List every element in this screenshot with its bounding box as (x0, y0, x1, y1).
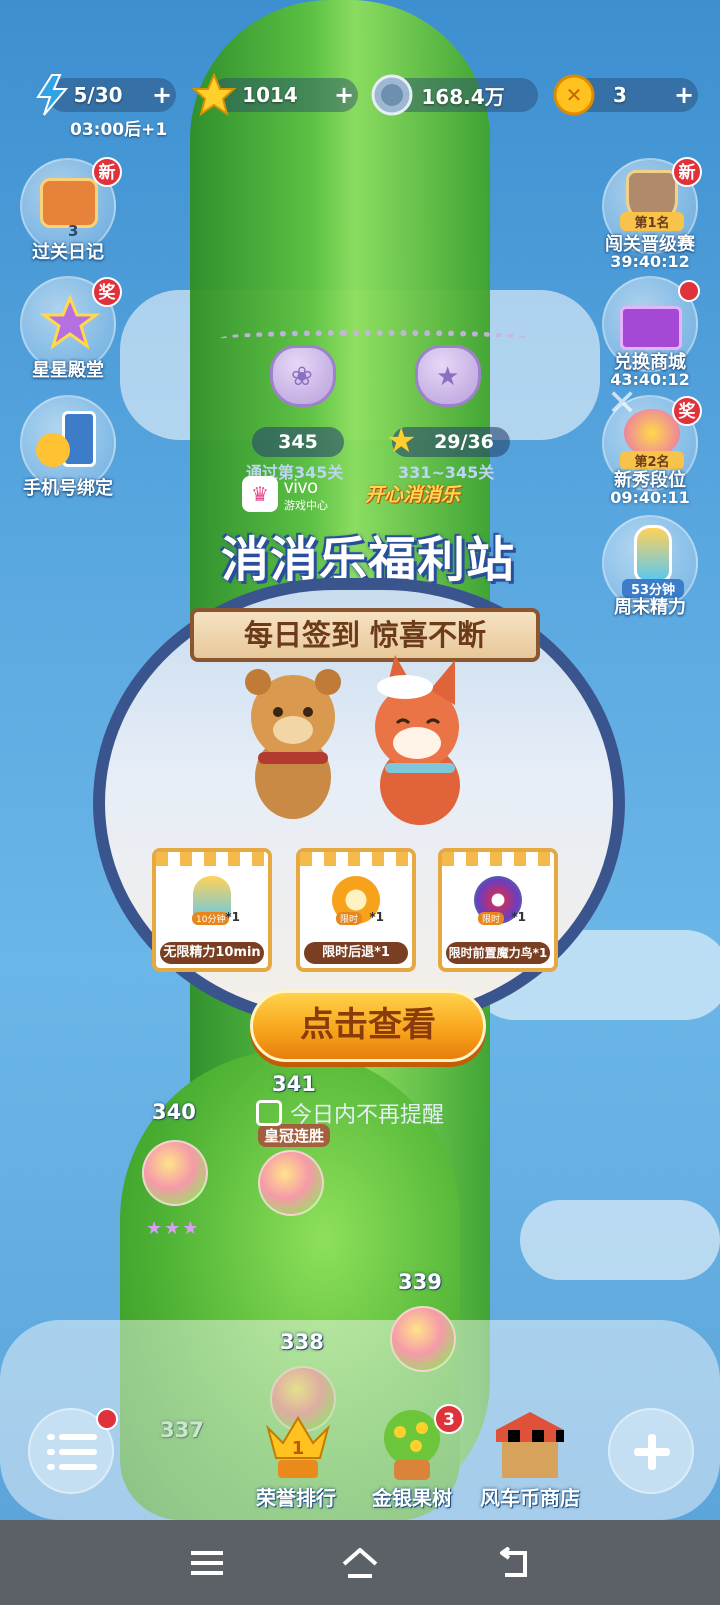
lock-level-pill: 345 (252, 427, 344, 457)
close-icon[interactable]: ✕ (607, 383, 637, 424)
reward-label: 限时前置魔力鸟*1 (446, 942, 550, 964)
dont-remind-toggle[interactable]: 今日内不再提醒 (256, 1097, 444, 1129)
star-hall-icon (40, 294, 100, 350)
chain (220, 330, 530, 352)
level-number: 338 (280, 1330, 324, 1354)
reward-qty: *1 (511, 910, 526, 924)
reward-label: 限时后退*1 (304, 942, 408, 964)
game-logo: 开心消消乐 (365, 484, 461, 506)
view-now-button[interactable]: 点击查看 (250, 990, 486, 1062)
energy-bottle-icon (634, 525, 672, 583)
level-node-340[interactable] (142, 1140, 208, 1206)
energy-add-button[interactable]: + (148, 81, 176, 109)
system-nav-bar (0, 1520, 720, 1605)
rank-tag: 第1名 (620, 212, 684, 231)
popup-banner: 每日签到 惊喜不断 (190, 608, 540, 662)
reward-card-undo[interactable]: 限时 *1 限时后退*1 (296, 848, 416, 972)
stars-add-button[interactable]: + (330, 81, 358, 109)
star-icon: ★ (386, 421, 417, 461)
fox-character (375, 655, 460, 825)
nav-home-button[interactable] (335, 1538, 385, 1588)
level-number: 341 (272, 1072, 316, 1096)
star-lock: ★ (415, 345, 481, 407)
dont-remind-checkbox[interactable] (256, 1100, 282, 1126)
cloud (520, 1200, 720, 1280)
reward-qty: *1 (369, 910, 384, 924)
reward-tag: 限时 (336, 912, 363, 925)
coins-bar[interactable]: 168.4万 (371, 74, 538, 116)
dont-remind-label: 今日内不再提醒 (290, 1103, 445, 1128)
home-icon (342, 1547, 378, 1578)
reward-badge: 奖 (92, 277, 122, 307)
reward-label: 无限精力10min (160, 942, 264, 964)
vivo-sub: 游戏中心 (284, 498, 328, 512)
money-tree-badge: 3 (434, 1404, 464, 1434)
add-button[interactable] (608, 1408, 694, 1494)
new-badge: 新 (92, 157, 122, 187)
chick-icon (36, 433, 70, 467)
rookie-rank-timer: 09:40:11 (610, 488, 690, 507)
phone-binding-label: 手机号绑定 (23, 478, 113, 499)
vivo-game-center-logo: ♛ vivo 游戏中心 (242, 475, 352, 513)
silver-coin-icon (371, 74, 413, 116)
reward-tag: 10分钟 (192, 912, 230, 925)
tokens-add-button[interactable]: + (670, 81, 698, 109)
star-hall-label: 星星殿堂 (32, 360, 104, 381)
nav-back-button[interactable] (488, 1538, 538, 1588)
level-diary-label: 过关日记 (32, 242, 104, 263)
gold-coin-icon: ✕ (553, 74, 595, 116)
reward-badge: 奖 (672, 396, 702, 426)
notification-dot (96, 1408, 118, 1430)
level-node-341[interactable] (258, 1150, 324, 1216)
weekend-energy-label: 周末精力 (614, 597, 686, 618)
reward-qty: *1 (225, 910, 240, 924)
reward-tag: 限时 (478, 912, 505, 925)
exchange-shop-timer: 43:40:12 (610, 370, 690, 389)
vivo-crown-icon: ♛ (242, 476, 278, 512)
diary-icon (40, 178, 98, 228)
level-number: 340 (152, 1100, 196, 1124)
energy-bar[interactable]: 5/30 + (36, 74, 176, 116)
star-icon (192, 73, 236, 117)
windmill-shop-button[interactable]: 风车币商店 (460, 1482, 600, 1511)
energy-timer: 03:00后+1 (70, 120, 168, 140)
level-node-339[interactable] (390, 1306, 456, 1372)
star-icon: ★ (436, 362, 460, 392)
back-icon (500, 1546, 528, 1577)
level-number: 337 (160, 1418, 204, 1442)
menu-icon (190, 1550, 223, 1575)
shop-stall-icon (496, 1412, 564, 1478)
trophy-icon: 1 (266, 1416, 330, 1478)
level-lock: ❀ (270, 345, 336, 407)
tokens-bar[interactable]: ✕ 3 + (553, 74, 698, 116)
menu-icon (47, 1434, 97, 1470)
new-badge: 新 (672, 157, 702, 187)
svg-text:1: 1 (292, 1438, 305, 1459)
svg-text:✕: ✕ (566, 83, 583, 107)
level-number: 339 (398, 1270, 442, 1294)
nav-menu-button[interactable] (182, 1538, 232, 1588)
reward-card-energy[interactable]: 10分钟 *1 无限精力10min (152, 848, 272, 972)
stars-bar[interactable]: 1014 + (192, 73, 358, 117)
plus-icon (634, 1434, 670, 1470)
vivo-brand: vivo (284, 476, 318, 498)
reward-card-magic-bird[interactable]: 限时 *1 限时前置魔力鸟*1 (438, 848, 558, 972)
bear-character (245, 669, 341, 819)
lightning-icon (36, 74, 69, 116)
notification-dot (678, 280, 700, 302)
level-promotion-timer: 39:40:12 (610, 252, 690, 271)
level-stars: ★★★ (146, 1218, 201, 1239)
gift-box-icon (620, 306, 682, 350)
lock-icon: ❀ (291, 362, 313, 392)
